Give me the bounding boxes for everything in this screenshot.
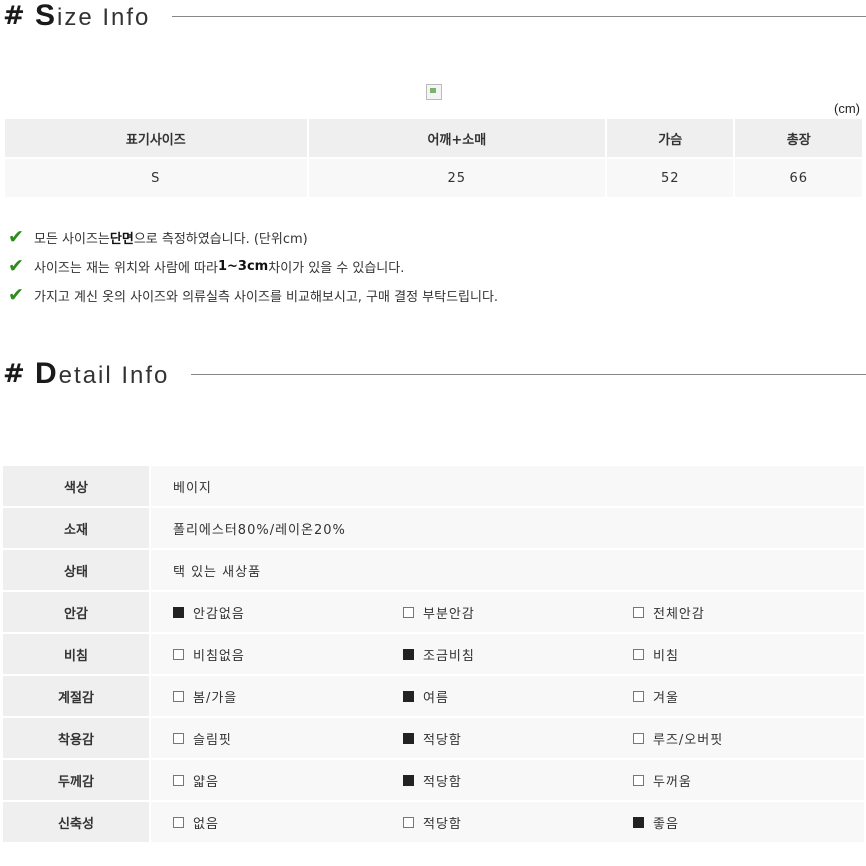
- size-cell: 66: [735, 159, 862, 197]
- size-table-row: S 25 52 66: [5, 159, 862, 197]
- option-item: 루즈/오버핏: [633, 729, 863, 748]
- detail-info-title: Detail Info: [35, 357, 170, 390]
- option-group: 비침없음 조금비침 비침: [173, 645, 863, 664]
- option-item: 전체안감: [633, 603, 863, 622]
- checkbox-checked-icon: [403, 648, 414, 660]
- option-item: 좋음: [633, 813, 863, 832]
- option-item: 두꺼움: [633, 771, 863, 790]
- detail-label: 비침: [3, 634, 151, 674]
- checkbox-icon: [173, 816, 184, 828]
- size-header-cell: 표기사이즈: [5, 119, 307, 157]
- checkbox-icon: [633, 606, 644, 618]
- option-group: 안감없음 부분안감 전체안감: [173, 603, 863, 622]
- check-icon: ✔: [8, 284, 24, 306]
- broken-image-icon: [426, 84, 442, 100]
- checkbox-icon: [173, 648, 184, 660]
- note-item: ✔ 모든 사이즈는 단면 으로 측정하였습니다. (단위cm): [8, 226, 308, 248]
- note-item: ✔ 가지고 계신 옷의 사이즈와 의류실측 사이즈를 비교해보시고, 구매 결정…: [8, 284, 499, 306]
- size-cell: 52: [606, 159, 734, 197]
- detail-row: 비침 비침없음 조금비침 비침: [3, 634, 864, 674]
- check-icon: ✔: [8, 226, 24, 248]
- option-item: 얇음: [173, 771, 403, 790]
- option-item: 부분안감: [403, 603, 633, 622]
- option-item: 없음: [173, 813, 403, 832]
- option-group: 없음 적당함 좋음: [173, 813, 863, 832]
- size-info-title: Size Info: [35, 0, 151, 32]
- detail-label: 두께감: [3, 760, 151, 800]
- detail-row: 색상 베이지: [3, 466, 864, 506]
- detail-info-heading: # Detail Info: [0, 357, 866, 390]
- heading-divider: [191, 373, 866, 375]
- detail-row: 착용감 슬림핏 적당함 루즈/오버핏: [3, 718, 864, 758]
- detail-table: 색상 베이지 소재 폴리에스터80%/레이온20% 상태 택 있는 새상품 안감…: [3, 464, 864, 844]
- checkbox-checked-icon: [403, 732, 414, 744]
- checkbox-icon: [633, 732, 644, 744]
- option-item: 슬림핏: [173, 729, 403, 748]
- size-header-cell: 가슴: [606, 119, 734, 157]
- size-notes: ✔ 모든 사이즈는 단면 으로 측정하였습니다. (단위cm) ✔ 사이즈는 재…: [8, 223, 498, 310]
- size-cell: 25: [308, 159, 605, 197]
- detail-label: 상태: [3, 550, 151, 590]
- checkbox-icon: [173, 774, 184, 786]
- checkbox-checked-icon: [173, 606, 184, 618]
- option-group: 봄/가을 여름 겨울: [173, 687, 863, 706]
- hash-mark: #: [3, 1, 25, 31]
- option-item: 적당함: [403, 813, 633, 832]
- detail-row: 안감 안감없음 부분안감 전체안감: [3, 592, 864, 632]
- hash-mark: #: [3, 359, 25, 389]
- option-item: 겨울: [633, 687, 863, 706]
- detail-label: 신축성: [3, 802, 151, 842]
- checkbox-icon: [173, 732, 184, 744]
- detail-row: 두께감 얇음 적당함 두꺼움: [3, 760, 864, 800]
- size-table: 표기사이즈 어깨+소매 가슴 총장 S 25 52 66: [3, 117, 864, 199]
- checkbox-icon: [403, 816, 414, 828]
- option-item: 비침없음: [173, 645, 403, 664]
- option-item: 여름: [403, 687, 633, 706]
- option-item: 안감없음: [173, 603, 403, 622]
- checkbox-checked-icon: [403, 690, 414, 702]
- size-header-cell: 어깨+소매: [308, 119, 605, 157]
- heading-divider: [172, 15, 866, 17]
- size-table-header: 표기사이즈 어깨+소매 가슴 총장: [5, 119, 862, 157]
- checkbox-checked-icon: [403, 774, 414, 786]
- detail-value: 택 있는 새상품: [151, 550, 864, 590]
- option-item: 조금비침: [403, 645, 633, 664]
- check-icon: ✔: [8, 255, 24, 277]
- option-item: 봄/가을: [173, 687, 403, 706]
- detail-label: 색상: [3, 466, 151, 506]
- checkbox-icon: [633, 648, 644, 660]
- detail-row: 소재 폴리에스터80%/레이온20%: [3, 508, 864, 548]
- size-cell: S: [5, 159, 307, 197]
- option-item: 적당함: [403, 729, 633, 748]
- detail-label: 착용감: [3, 718, 151, 758]
- checkbox-icon: [403, 606, 414, 618]
- option-item: 적당함: [403, 771, 633, 790]
- option-group: 얇음 적당함 두꺼움: [173, 771, 863, 790]
- checkbox-icon: [633, 690, 644, 702]
- note-item: ✔ 사이즈는 재는 위치와 사람에 따라 1~3cm 차이가 있을 수 있습니다.: [8, 255, 405, 277]
- option-item: 비침: [633, 645, 863, 664]
- checkbox-checked-icon: [633, 816, 644, 828]
- option-group: 슬림핏 적당함 루즈/오버핏: [173, 729, 863, 748]
- unit-label: (cm): [834, 101, 860, 116]
- detail-label: 계절감: [3, 676, 151, 716]
- size-info-heading: # Size Info: [0, 0, 866, 32]
- detail-value: 폴리에스터80%/레이온20%: [151, 508, 864, 548]
- detail-label: 소재: [3, 508, 151, 548]
- detail-value: 베이지: [151, 466, 864, 506]
- detail-row: 상태 택 있는 새상품: [3, 550, 864, 590]
- detail-row: 신축성 없음 적당함 좋음: [3, 802, 864, 842]
- size-header-cell: 총장: [735, 119, 862, 157]
- checkbox-icon: [173, 690, 184, 702]
- detail-row: 계절감 봄/가을 여름 겨울: [3, 676, 864, 716]
- detail-label: 안감: [3, 592, 151, 632]
- checkbox-icon: [633, 774, 644, 786]
